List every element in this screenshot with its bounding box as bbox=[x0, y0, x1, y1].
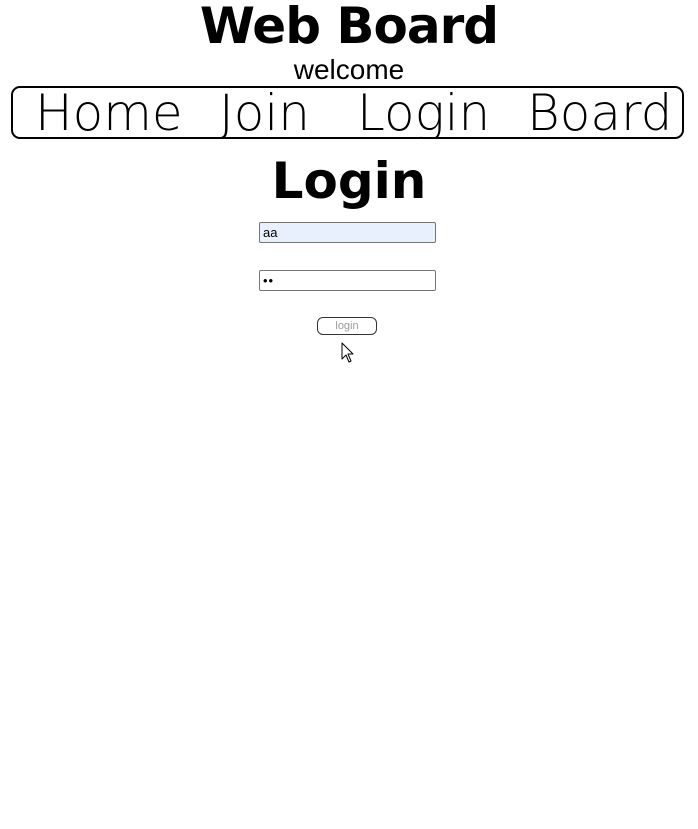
id-input[interactable] bbox=[259, 222, 436, 243]
nav-item-join[interactable]: Join bbox=[219, 88, 310, 137]
nav-item-login[interactable]: Login bbox=[357, 88, 490, 137]
main-nav: Home Join Login Board bbox=[11, 86, 684, 139]
site-title: Web Board bbox=[199, 0, 499, 55]
nav-item-home[interactable]: Home bbox=[35, 88, 183, 137]
page: Web Board welcome Home Join Login Board … bbox=[0, 0, 698, 829]
mouse-pointer-icon bbox=[341, 342, 354, 363]
site-subtitle: welcome bbox=[293, 54, 405, 85]
login-heading: Login bbox=[271, 152, 427, 210]
nav-item-board[interactable]: Board bbox=[527, 88, 672, 137]
login-button[interactable]: login bbox=[317, 317, 377, 335]
password-input[interactable] bbox=[259, 270, 436, 291]
